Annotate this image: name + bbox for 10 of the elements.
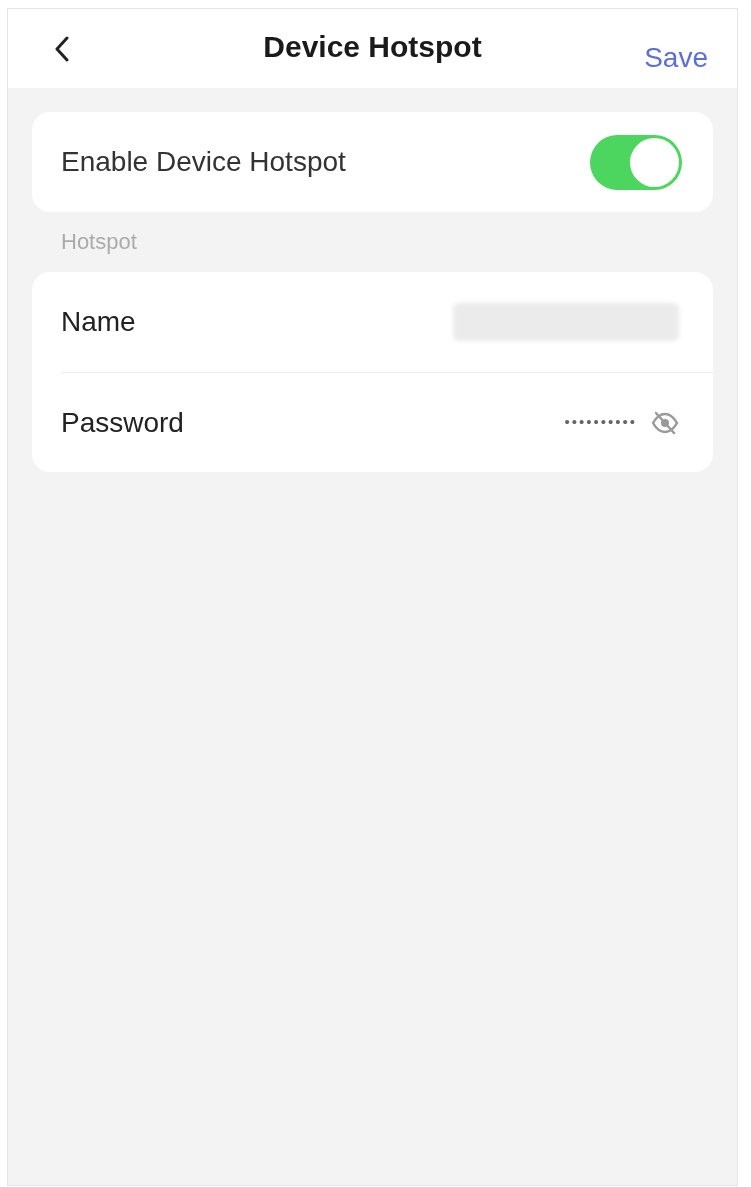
section-title: Hotspot (61, 228, 137, 256)
save-button[interactable]: Save (644, 43, 708, 72)
toggle-switch[interactable] (590, 134, 682, 190)
back-chevron-icon (55, 35, 69, 62)
setting-label: Enable Device Hotspot (61, 145, 346, 179)
row-label: Password (61, 405, 184, 440)
page-title: Device Hotspot (263, 31, 482, 65)
password-value: •••••••••• (564, 412, 637, 433)
eye-slash-icon[interactable] (651, 410, 679, 435)
row-label: Name (61, 305, 136, 339)
